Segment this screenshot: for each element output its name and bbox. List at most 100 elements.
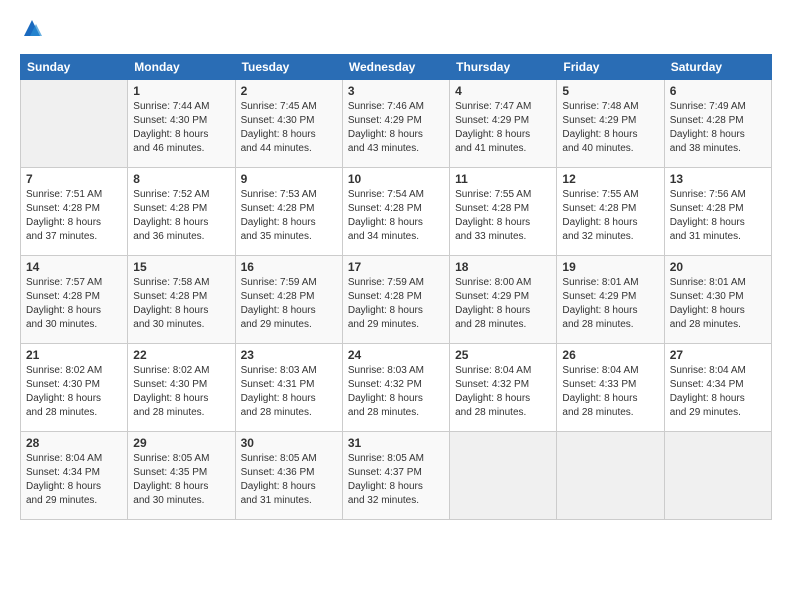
cell-content: Sunrise: 7:59 AMSunset: 4:28 PMDaylight:…	[348, 276, 444, 332]
calendar-cell: 1 Sunrise: 7:44 AMSunset: 4:30 PMDaylight…	[128, 80, 235, 168]
calendar-table: SundayMondayTuesdayWednesdayThursdayFrid…	[20, 54, 772, 520]
calendar-cell: 29 Sunrise: 8:05 AMSunset: 4:35 PMDayligh…	[128, 432, 235, 520]
day-number: 26	[562, 348, 658, 362]
week-row-2: 14 Sunrise: 7:57 AMSunset: 4:28 PMDayligh…	[21, 256, 772, 344]
day-number: 19	[562, 260, 658, 274]
calendar-cell: 7Sunrise: 7:51 AMSunset: 4:28 PMDaylight…	[21, 168, 128, 256]
calendar-cell	[664, 432, 771, 520]
calendar-cell: 2 Sunrise: 7:45 AMSunset: 4:30 PMDaylight…	[235, 80, 342, 168]
calendar-cell: 6 Sunrise: 7:49 AMSunset: 4:28 PMDaylight…	[664, 80, 771, 168]
day-number: 6	[670, 84, 766, 98]
cell-content: Sunrise: 7:57 AMSunset: 4:28 PMDaylight:…	[26, 276, 122, 332]
cell-content: Sunrise: 8:03 AMSunset: 4:31 PMDaylight:…	[241, 364, 337, 420]
cell-content: Sunrise: 8:04 AMSunset: 4:33 PMDaylight:…	[562, 364, 658, 420]
cell-content: Sunrise: 7:54 AMSunset: 4:28 PMDaylight:…	[348, 188, 444, 244]
cell-content: Sunrise: 7:56 AMSunset: 4:28 PMDaylight:…	[670, 188, 766, 244]
cell-content: Sunrise: 7:55 AMSunset: 4:28 PMDaylight:…	[562, 188, 658, 244]
calendar-cell: 12 Sunrise: 7:55 AMSunset: 4:28 PMDayligh…	[557, 168, 664, 256]
calendar-cell: 31Sunrise: 8:05 AMSunset: 4:37 PMDayligh…	[342, 432, 449, 520]
day-number: 22	[133, 348, 229, 362]
calendar-cell: 3Sunrise: 7:46 AMSunset: 4:29 PMDaylight…	[342, 80, 449, 168]
day-header-sunday: Sunday	[21, 55, 128, 80]
day-number: 10	[348, 172, 444, 186]
day-header-thursday: Thursday	[450, 55, 557, 80]
cell-content: Sunrise: 8:04 AMSunset: 4:34 PMDaylight:…	[26, 452, 122, 508]
week-row-4: 28 Sunrise: 8:04 AMSunset: 4:34 PMDayligh…	[21, 432, 772, 520]
calendar-cell	[21, 80, 128, 168]
cell-content: Sunrise: 7:53 AMSunset: 4:28 PMDaylight:…	[241, 188, 337, 244]
week-row-3: 21 Sunrise: 8:02 AMSunset: 4:30 PMDayligh…	[21, 344, 772, 432]
day-number: 13	[670, 172, 766, 186]
calendar-cell: 11 Sunrise: 7:55 AMSunset: 4:28 PMDayligh…	[450, 168, 557, 256]
cell-content: Sunrise: 8:05 AMSunset: 4:37 PMDaylight:…	[348, 452, 444, 508]
cell-content: Sunrise: 8:01 AMSunset: 4:30 PMDaylight:…	[670, 276, 766, 332]
calendar-cell: 28 Sunrise: 8:04 AMSunset: 4:34 PMDayligh…	[21, 432, 128, 520]
calendar-cell: 9Sunrise: 7:53 AMSunset: 4:28 PMDaylight…	[235, 168, 342, 256]
calendar-header: SundayMondayTuesdayWednesdayThursdayFrid…	[21, 55, 772, 80]
day-header-wednesday: Wednesday	[342, 55, 449, 80]
calendar-cell: 27Sunrise: 8:04 AMSunset: 4:34 PMDayligh…	[664, 344, 771, 432]
calendar-cell: 18 Sunrise: 8:00 AMSunset: 4:29 PMDayligh…	[450, 256, 557, 344]
cell-content: Sunrise: 8:04 AMSunset: 4:34 PMDaylight:…	[670, 364, 766, 420]
calendar-cell	[557, 432, 664, 520]
calendar-cell: 5 Sunrise: 7:48 AMSunset: 4:29 PMDaylight…	[557, 80, 664, 168]
cell-content: Sunrise: 7:49 AMSunset: 4:28 PMDaylight:…	[670, 100, 766, 156]
day-number: 3	[348, 84, 444, 98]
cell-content: Sunrise: 7:45 AMSunset: 4:30 PMDaylight:…	[241, 100, 337, 156]
day-number: 1	[133, 84, 229, 98]
page-header	[20, 18, 772, 42]
day-number: 30	[241, 436, 337, 450]
cell-content: Sunrise: 7:59 AMSunset: 4:28 PMDaylight:…	[241, 276, 337, 332]
cell-content: Sunrise: 7:55 AMSunset: 4:28 PMDaylight:…	[455, 188, 551, 244]
cell-content: Sunrise: 8:00 AMSunset: 4:29 PMDaylight:…	[455, 276, 551, 332]
logo	[20, 18, 48, 42]
calendar-cell: 19 Sunrise: 8:01 AMSunset: 4:29 PMDayligh…	[557, 256, 664, 344]
day-number: 21	[26, 348, 122, 362]
cell-content: Sunrise: 8:05 AMSunset: 4:35 PMDaylight:…	[133, 452, 229, 508]
calendar-body: 1 Sunrise: 7:44 AMSunset: 4:30 PMDaylight…	[21, 80, 772, 520]
cell-content: Sunrise: 8:03 AMSunset: 4:32 PMDaylight:…	[348, 364, 444, 420]
cell-content: Sunrise: 7:47 AMSunset: 4:29 PMDaylight:…	[455, 100, 551, 156]
day-number: 16	[241, 260, 337, 274]
day-number: 2	[241, 84, 337, 98]
day-number: 29	[133, 436, 229, 450]
calendar-cell: 13 Sunrise: 7:56 AMSunset: 4:28 PMDayligh…	[664, 168, 771, 256]
cell-content: Sunrise: 8:04 AMSunset: 4:32 PMDaylight:…	[455, 364, 551, 420]
day-number: 15	[133, 260, 229, 274]
header-row: SundayMondayTuesdayWednesdayThursdayFrid…	[21, 55, 772, 80]
calendar-cell: 30 Sunrise: 8:05 AMSunset: 4:36 PMDayligh…	[235, 432, 342, 520]
logo-icon	[20, 18, 44, 42]
cell-content: Sunrise: 7:52 AMSunset: 4:28 PMDaylight:…	[133, 188, 229, 244]
calendar-cell: 20 Sunrise: 8:01 AMSunset: 4:30 PMDayligh…	[664, 256, 771, 344]
day-number: 28	[26, 436, 122, 450]
day-number: 20	[670, 260, 766, 274]
cell-content: Sunrise: 8:01 AMSunset: 4:29 PMDaylight:…	[562, 276, 658, 332]
cell-content: Sunrise: 7:44 AMSunset: 4:30 PMDaylight:…	[133, 100, 229, 156]
day-number: 25	[455, 348, 551, 362]
day-number: 24	[348, 348, 444, 362]
day-number: 14	[26, 260, 122, 274]
cell-content: Sunrise: 8:05 AMSunset: 4:36 PMDaylight:…	[241, 452, 337, 508]
day-header-tuesday: Tuesday	[235, 55, 342, 80]
calendar-cell: 25 Sunrise: 8:04 AMSunset: 4:32 PMDayligh…	[450, 344, 557, 432]
calendar-cell: 26 Sunrise: 8:04 AMSunset: 4:33 PMDayligh…	[557, 344, 664, 432]
day-number: 11	[455, 172, 551, 186]
calendar-cell: 22 Sunrise: 8:02 AMSunset: 4:30 PMDayligh…	[128, 344, 235, 432]
cell-content: Sunrise: 8:02 AMSunset: 4:30 PMDaylight:…	[133, 364, 229, 420]
day-number: 4	[455, 84, 551, 98]
calendar-cell: 24 Sunrise: 8:03 AMSunset: 4:32 PMDayligh…	[342, 344, 449, 432]
calendar-cell: 4 Sunrise: 7:47 AMSunset: 4:29 PMDaylight…	[450, 80, 557, 168]
calendar-cell: 15 Sunrise: 7:58 AMSunset: 4:28 PMDayligh…	[128, 256, 235, 344]
cell-content: Sunrise: 7:48 AMSunset: 4:29 PMDaylight:…	[562, 100, 658, 156]
day-number: 23	[241, 348, 337, 362]
calendar-cell: 21Sunrise: 8:02 AMSunset: 4:30 PMDayligh…	[21, 344, 128, 432]
calendar-cell: 23 Sunrise: 8:03 AMSunset: 4:31 PMDayligh…	[235, 344, 342, 432]
calendar-cell: 16 Sunrise: 7:59 AMSunset: 4:28 PMDayligh…	[235, 256, 342, 344]
day-number: 5	[562, 84, 658, 98]
day-number: 18	[455, 260, 551, 274]
cell-content: Sunrise: 7:58 AMSunset: 4:28 PMDaylight:…	[133, 276, 229, 332]
day-header-saturday: Saturday	[664, 55, 771, 80]
day-number: 12	[562, 172, 658, 186]
cell-content: Sunrise: 7:51 AMSunset: 4:28 PMDaylight:…	[26, 188, 122, 244]
day-header-friday: Friday	[557, 55, 664, 80]
